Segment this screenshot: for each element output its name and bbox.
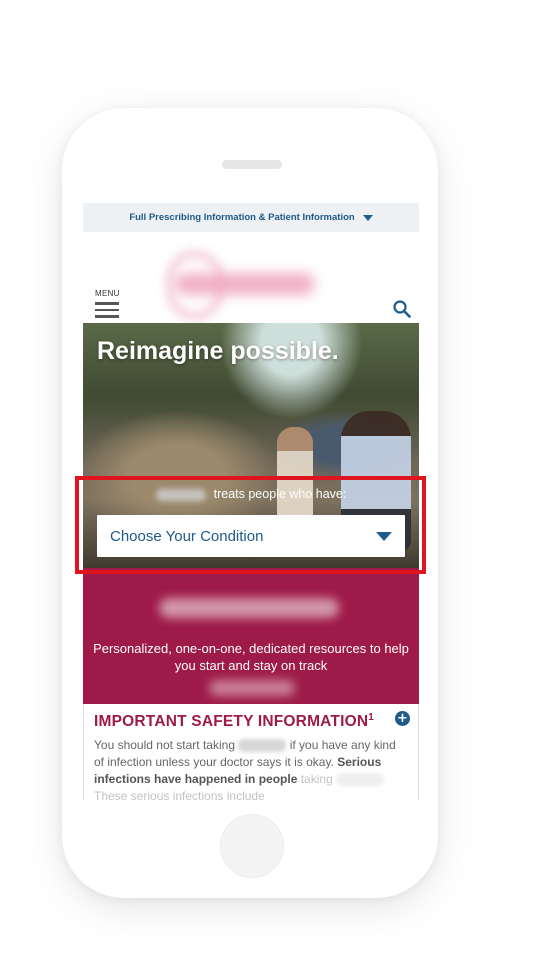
phone-screen: Full Prescribing Information & Patient I…	[83, 203, 419, 800]
blurred-program-name	[159, 598, 339, 618]
prescribing-info-link[interactable]: Full Prescribing Information & Patient I…	[129, 212, 354, 223]
brand-logo[interactable]	[153, 243, 343, 319]
condition-select-value: Choose Your Condition	[110, 527, 264, 545]
safety-info-panel: IMPORTANT SAFETY INFORMATION1 + You shou…	[83, 704, 419, 800]
plus-icon[interactable]: +	[395, 711, 410, 726]
menu-button[interactable]: MENU	[95, 289, 125, 318]
blurred-program-link[interactable]	[209, 680, 295, 696]
support-tagline: Personalized, one-on-one, dedicated reso…	[93, 641, 409, 673]
blurred-drug-name	[238, 739, 287, 753]
support-program-band[interactable]: Personalized, one-on-one, dedicated reso…	[83, 568, 419, 704]
hero-banner: Reimagine possible. treats people who ha…	[83, 323, 419, 568]
caret-down-icon	[362, 214, 373, 221]
chevron-down-icon	[376, 531, 392, 541]
phone-speaker	[222, 160, 282, 169]
prescribing-info-bar[interactable]: Full Prescribing Information & Patient I…	[83, 203, 419, 232]
safety-info-text: You should not start taking if you have …	[94, 738, 396, 800]
treats-text-row: treats people who have:	[83, 487, 419, 501]
search-icon[interactable]	[393, 300, 411, 318]
blurred-drug-name	[155, 488, 206, 501]
choose-condition-dropdown[interactable]: Choose Your Condition	[97, 515, 405, 557]
phone-home-button[interactable]	[220, 814, 284, 878]
treats-label: treats people who have:	[213, 487, 347, 501]
hero-title: Reimagine possible.	[97, 337, 339, 365]
menu-label: MENU	[95, 289, 120, 298]
safety-info-title: IMPORTANT SAFETY INFORMATION1	[94, 712, 375, 731]
hamburger-menu-icon	[95, 302, 125, 318]
